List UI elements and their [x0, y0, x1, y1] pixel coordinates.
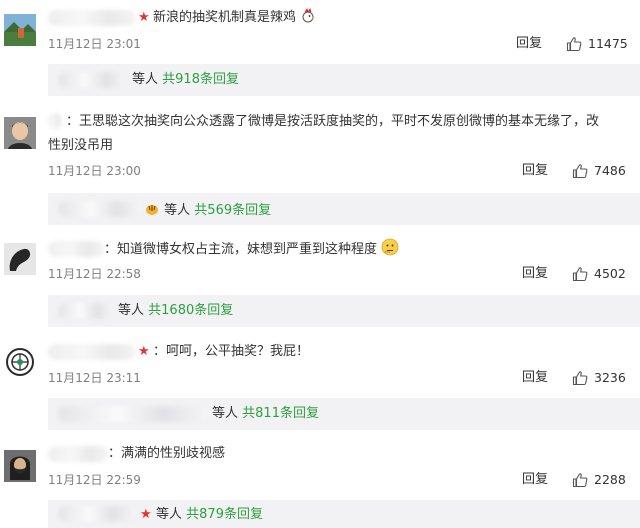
- others-label: 等人: [156, 507, 183, 522]
- username-redacted[interactable]: [48, 113, 62, 129]
- comment-text: ：知道微博女权占主流，妹想到严重到这种程度: [104, 238, 399, 261]
- sub-replies-summary: 等人 共811条回复: [212, 406, 319, 422]
- view-replies-link[interactable]: 共879条回复: [186, 507, 263, 522]
- star-badge-icon: ★: [140, 507, 152, 522]
- username-redacted[interactable]: [48, 10, 136, 26]
- sub-replies-box[interactable]: 等人 共811条回复: [48, 398, 640, 430]
- reply-button[interactable]: 回复: [522, 266, 548, 282]
- bearded-man-avatar-icon[interactable]: [4, 450, 36, 482]
- reply-button[interactable]: 回复: [516, 36, 542, 52]
- like-button[interactable]: 4502: [572, 266, 626, 282]
- sub-replies-summary: 等人 共569条回复: [144, 201, 271, 219]
- comment-timestamp: 11月12日 23:11: [48, 371, 141, 385]
- comment-item: ：满满的性别歧视感 11月12日 22:59 回复 2288 ★ 等人 共879…: [0, 434, 640, 528]
- like-count: 4502: [594, 266, 626, 281]
- sub-replies-box[interactable]: ★ 等人 共879条回复: [48, 500, 640, 528]
- comment-text-line-2: 性别没吊用: [48, 138, 114, 153]
- like-button[interactable]: 3236: [572, 370, 626, 386]
- comment-text: ：满满的性别歧视感: [108, 446, 226, 461]
- reply-usernames-redacted: [58, 72, 126, 88]
- reply-button[interactable]: 回复: [522, 370, 548, 386]
- star-badge-icon: ★: [138, 10, 150, 25]
- sub-replies-box[interactable]: 等人 共1680条回复: [48, 295, 640, 327]
- view-replies-link[interactable]: 共918条回复: [162, 72, 239, 87]
- others-label: 等人: [132, 72, 159, 87]
- comment-timestamp: 11月12日 23:01: [48, 37, 141, 51]
- reply-usernames-redacted: [58, 506, 136, 522]
- reply-usernames-redacted: [58, 201, 142, 217]
- others-label: 等人: [164, 203, 191, 218]
- username-redacted[interactable]: [48, 446, 108, 462]
- comment-text: 新浪的抽奖机制真是辣鸡: [153, 7, 316, 29]
- sub-replies-summary: 等人 共918条回复: [132, 72, 239, 88]
- username-redacted[interactable]: [48, 344, 136, 360]
- like-count: 2288: [594, 472, 626, 487]
- thumbs-up-icon: [572, 473, 588, 488]
- like-button[interactable]: 2288: [572, 472, 626, 488]
- man-avatar-icon[interactable]: [4, 117, 36, 149]
- reply-button[interactable]: 回复: [522, 163, 548, 179]
- thinking-emoji-icon: [381, 238, 399, 256]
- comment-text: ：王思聪这次抽奖向公众透露了微博是按活跃度抽奖的，平时不发原创微博的基本无缘了，…: [66, 114, 600, 129]
- sub-replies-box[interactable]: 等人 共569条回复: [48, 193, 640, 225]
- comment-item: ★ ：呵呵，公平抽奖？我屁！ 11月12日 23:11 回复 3236 等人 共…: [0, 332, 640, 434]
- comment-timestamp: 11月12日 23:00: [48, 164, 141, 178]
- reply-usernames-redacted: [58, 303, 114, 319]
- sub-replies-summary: 等人 共1680条回复: [118, 303, 233, 319]
- star-badge-icon: ★: [138, 344, 150, 359]
- badge-avatar-icon[interactable]: [4, 346, 36, 378]
- thumbs-up-icon: [572, 164, 588, 179]
- dark-object-avatar-icon[interactable]: [4, 243, 36, 275]
- comment-item: ：知道微博女权占主流，妹想到严重到这种程度 11月12日 22:58 回复 45…: [0, 229, 640, 332]
- others-label: 等人: [212, 406, 239, 421]
- reply-usernames-redacted: [58, 406, 208, 422]
- like-count: 7486: [594, 163, 626, 178]
- like-count: 11475: [588, 36, 628, 51]
- comment-timestamp: 11月12日 22:58: [48, 267, 141, 281]
- comment-text: ：呵呵，公平抽奖？我屁！: [153, 344, 310, 359]
- reply-button[interactable]: 回复: [522, 472, 548, 488]
- comment-item: ：王思聪这次抽奖向公众透露了微博是按活跃度抽奖的，平时不发原创微博的基本无缘了，…: [0, 103, 640, 229]
- view-replies-link[interactable]: 共569条回复: [194, 203, 271, 218]
- others-label: 等人: [118, 303, 145, 318]
- like-button[interactable]: 11475: [566, 36, 628, 52]
- comment-timestamp: 11月12日 22:59: [48, 473, 141, 487]
- username-redacted[interactable]: [48, 241, 104, 257]
- bee-emoji-icon: [146, 205, 158, 215]
- view-replies-link[interactable]: 共811条回复: [242, 406, 319, 421]
- thumbs-up-icon: [572, 267, 588, 282]
- view-replies-link[interactable]: 共1680条回复: [148, 303, 233, 318]
- rooster-emoji-icon: [302, 8, 316, 23]
- landscape-avatar-icon[interactable]: [4, 14, 36, 46]
- thumbs-up-icon: [566, 37, 582, 52]
- thumbs-up-icon: [572, 371, 588, 386]
- sub-replies-summary: 等人 共879条回复: [156, 507, 263, 523]
- like-count: 3236: [594, 370, 626, 385]
- sub-replies-box[interactable]: 等人 共918条回复: [48, 64, 640, 96]
- like-button[interactable]: 7486: [572, 163, 626, 179]
- comment-item: ★ 新浪的抽奖机制真是辣鸡 11月12日 23:01 回复 11475 等人 共…: [0, 0, 640, 103]
